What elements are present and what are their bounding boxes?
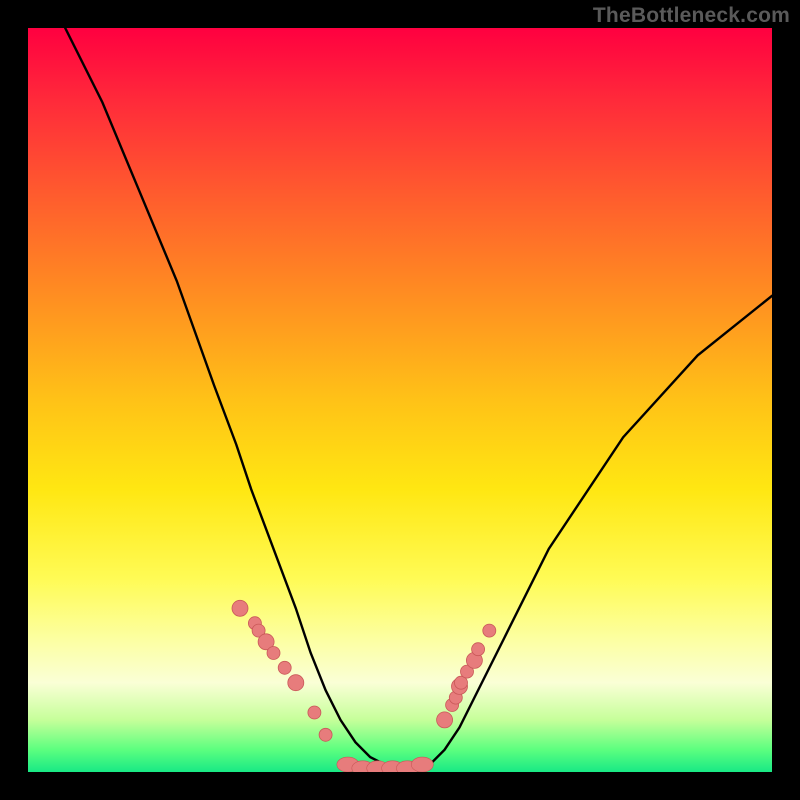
bottleneck-curve [65,28,772,768]
marker-dot [267,647,280,660]
marker-dot [232,600,248,616]
marker-dot [308,706,321,719]
marker-dot [288,675,304,691]
watermark-text: TheBottleneck.com [593,4,790,28]
chart-frame: TheBottleneck.com [0,0,800,800]
marker-dot [319,728,332,741]
plot-area [28,28,772,772]
marker-dot [278,661,291,674]
data-markers [232,600,496,772]
marker-dot [437,712,453,728]
marker-band [411,757,433,772]
marker-dot [483,624,496,637]
marker-dot [472,643,485,656]
chart-svg [28,28,772,772]
